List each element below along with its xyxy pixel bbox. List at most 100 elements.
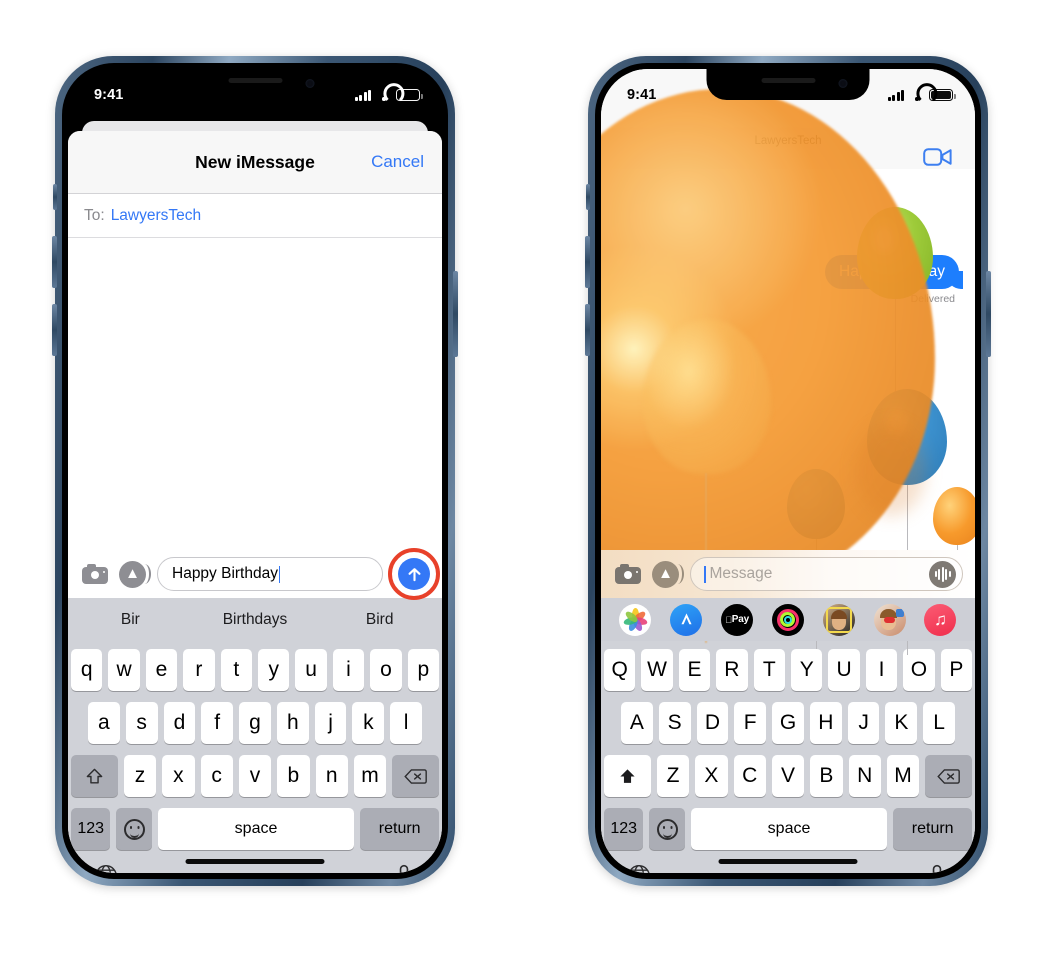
- music-app-icon[interactable]: ♫: [924, 603, 957, 636]
- message-input[interactable]: Message: [690, 557, 963, 591]
- message-bubble[interactable]: Happy Birthday: [825, 255, 963, 289]
- key-i[interactable]: i: [332, 649, 365, 691]
- recipient-chip[interactable]: LawyersTech: [111, 207, 201, 225]
- key-t[interactable]: t: [220, 649, 252, 691]
- emoji-key[interactable]: [116, 808, 152, 850]
- space-key[interactable]: space: [157, 808, 355, 850]
- key-v[interactable]: v: [238, 755, 272, 797]
- globe-icon[interactable]: [93, 863, 119, 873]
- key-j[interactable]: j: [314, 702, 347, 744]
- key-D[interactable]: D: [696, 702, 729, 744]
- key-e[interactable]: e: [145, 649, 178, 691]
- microphone-icon[interactable]: [391, 863, 417, 873]
- audio-waveform-icon[interactable]: [929, 560, 956, 588]
- apple-pay-app-icon[interactable]: Pay: [721, 603, 754, 636]
- key-F[interactable]: F: [734, 702, 767, 744]
- key-N[interactable]: N: [848, 755, 881, 797]
- app-store-app-icon[interactable]: A: [670, 603, 703, 636]
- key-u[interactable]: u: [295, 649, 327, 691]
- key-b[interactable]: b: [277, 755, 310, 797]
- key-h[interactable]: h: [276, 702, 309, 744]
- key-Q[interactable]: Q: [603, 649, 636, 691]
- volume-up-button[interactable]: [52, 236, 57, 288]
- key-T[interactable]: T: [753, 649, 785, 691]
- emoji-key[interactable]: [649, 808, 685, 850]
- key-K[interactable]: K: [885, 702, 918, 744]
- key-Z[interactable]: Z: [656, 755, 690, 797]
- key-y[interactable]: y: [258, 649, 290, 691]
- shift-key[interactable]: [603, 755, 651, 797]
- volume-up-button[interactable]: [585, 236, 590, 288]
- key-H[interactable]: H: [809, 702, 842, 744]
- key-a[interactable]: a: [87, 702, 120, 744]
- key-l[interactable]: l: [390, 702, 423, 744]
- photos-app-icon[interactable]: [619, 603, 652, 636]
- return-key[interactable]: return: [360, 808, 439, 850]
- camera-icon[interactable]: [82, 564, 108, 584]
- key-X[interactable]: X: [695, 755, 728, 797]
- message-input[interactable]: Happy Birthday: [157, 557, 383, 591]
- key-A[interactable]: A: [620, 702, 653, 744]
- microphone-icon[interactable]: [924, 863, 950, 873]
- key-W[interactable]: W: [641, 649, 673, 691]
- prediction-item-1[interactable]: Bir: [68, 611, 193, 629]
- key-d[interactable]: d: [163, 702, 196, 744]
- key-B[interactable]: B: [810, 755, 843, 797]
- contact-name[interactable]: LawyersTech: [601, 135, 975, 147]
- power-button[interactable]: [986, 271, 991, 357]
- key-o[interactable]: o: [370, 649, 402, 691]
- key-c[interactable]: c: [200, 755, 233, 797]
- key-x[interactable]: x: [162, 755, 195, 797]
- volume-down-button[interactable]: [52, 304, 57, 356]
- app-store-icon[interactable]: ▲: [119, 560, 151, 588]
- key-P[interactable]: P: [940, 649, 973, 691]
- numbers-key[interactable]: 123: [604, 808, 644, 850]
- key-f[interactable]: f: [201, 702, 234, 744]
- space-key[interactable]: space: [690, 808, 888, 850]
- recipient-row[interactable]: To: LawyersTech: [68, 194, 442, 238]
- key-s[interactable]: s: [125, 702, 158, 744]
- key-S[interactable]: S: [658, 702, 691, 744]
- home-indicator[interactable]: [185, 859, 325, 864]
- home-indicator[interactable]: [718, 859, 858, 864]
- prediction-item-3[interactable]: Bird: [317, 611, 442, 629]
- key-C[interactable]: C: [733, 755, 766, 797]
- key-E[interactable]: E: [678, 649, 711, 691]
- shift-key[interactable]: [70, 755, 118, 797]
- camera-icon[interactable]: [615, 564, 641, 584]
- return-key[interactable]: return: [893, 808, 972, 850]
- key-O[interactable]: O: [903, 649, 935, 691]
- key-r[interactable]: r: [183, 649, 215, 691]
- key-V[interactable]: V: [771, 755, 805, 797]
- globe-icon[interactable]: [626, 863, 652, 873]
- video-camera-icon[interactable]: [923, 147, 953, 167]
- power-button[interactable]: [453, 271, 458, 357]
- key-M[interactable]: M: [886, 755, 920, 797]
- memoji-app-icon[interactable]: [822, 603, 855, 636]
- key-G[interactable]: G: [772, 702, 804, 744]
- cancel-button[interactable]: Cancel: [371, 152, 424, 172]
- key-n[interactable]: n: [315, 755, 348, 797]
- key-p[interactable]: p: [407, 649, 440, 691]
- key-k[interactable]: k: [352, 702, 385, 744]
- send-button[interactable]: [398, 558, 430, 590]
- key-I[interactable]: I: [865, 649, 898, 691]
- delete-key[interactable]: [392, 755, 440, 797]
- key-w[interactable]: w: [108, 649, 140, 691]
- key-R[interactable]: R: [716, 649, 748, 691]
- delete-key[interactable]: [925, 755, 973, 797]
- memoji-stickers-app-icon[interactable]: [873, 603, 906, 636]
- key-J[interactable]: J: [847, 702, 880, 744]
- app-store-icon[interactable]: ▲: [652, 560, 684, 588]
- mute-switch[interactable]: [53, 184, 57, 210]
- mute-switch[interactable]: [586, 184, 590, 210]
- key-q[interactable]: q: [70, 649, 103, 691]
- prediction-item-2[interactable]: Birthdays: [193, 611, 318, 629]
- fitness-app-icon[interactable]: [771, 603, 804, 636]
- key-Y[interactable]: Y: [791, 649, 823, 691]
- key-z[interactable]: z: [123, 755, 157, 797]
- key-L[interactable]: L: [923, 702, 956, 744]
- key-U[interactable]: U: [828, 649, 860, 691]
- volume-down-button[interactable]: [585, 304, 590, 356]
- key-m[interactable]: m: [353, 755, 387, 797]
